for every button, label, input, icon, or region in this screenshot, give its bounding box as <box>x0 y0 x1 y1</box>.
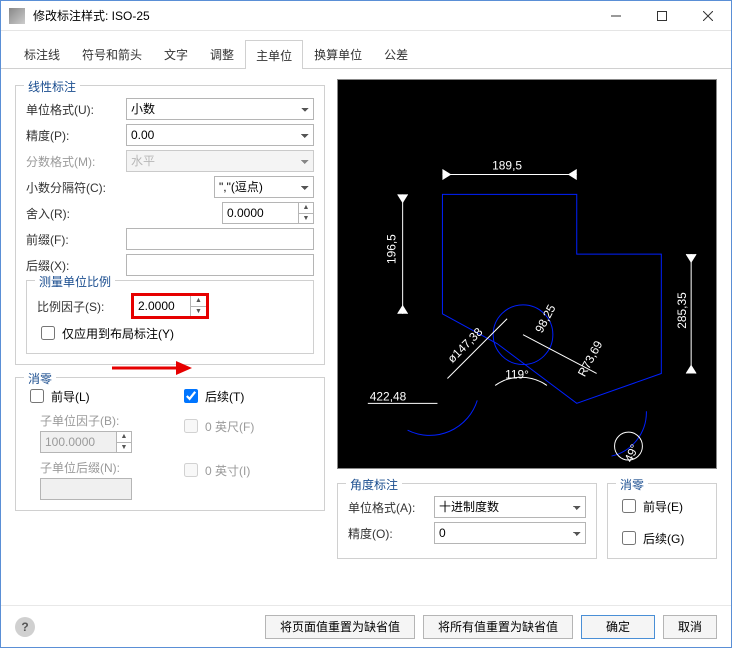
svg-text:422,48: 422,48 <box>370 389 407 403</box>
tab-bar: 标注线 符号和箭头 文字 调整 主单位 换算单位 公差 <box>1 31 731 69</box>
trailing-checkbox[interactable] <box>184 389 198 403</box>
unit-format-select[interactable]: 小数 <box>126 98 314 120</box>
svg-text:ø147,38: ø147,38 <box>445 325 486 366</box>
angle-zero-legend: 消零 <box>616 476 648 493</box>
decimal-sep-label: 小数分隔符(C): <box>26 179 118 196</box>
angle-unit-label: 单位格式(A): <box>348 499 426 516</box>
feet-label: 0 英尺(F) <box>205 418 254 435</box>
svg-text:R73,69: R73,69 <box>575 338 606 379</box>
prefix-label: 前缀(F): <box>26 231 118 248</box>
subunit-suffix-label: 子单位后缀(N): <box>40 459 160 476</box>
tab-alt-units[interactable]: 换算单位 <box>303 39 373 68</box>
up-arrow-icon[interactable]: ▲ <box>191 296 206 307</box>
angle-precision-select[interactable]: 0 <box>434 522 586 544</box>
tab-primary-units[interactable]: 主单位 <box>245 40 303 69</box>
trailing-label: 后续(T) <box>205 388 244 405</box>
apply-layout-checkbox[interactable] <box>41 326 55 340</box>
up-arrow-icon: ▲ <box>117 432 131 443</box>
feet-checkbox <box>184 419 198 433</box>
prefix-input[interactable] <box>126 228 314 250</box>
precision-select[interactable]: 0.00 <box>126 124 314 146</box>
unit-format-label: 单位格式(U): <box>26 101 118 118</box>
help-icon[interactable]: ? <box>15 617 35 637</box>
tab-text[interactable]: 文字 <box>153 39 199 68</box>
leading-label: 前导(L) <box>51 388 90 405</box>
scale-factor-highlight: ▲▼ <box>131 293 209 319</box>
close-button[interactable] <box>685 1 731 31</box>
tab-symbols[interactable]: 符号和箭头 <box>71 39 153 68</box>
reset-all-button[interactable]: 将所有值重置为缺省值 <box>423 615 573 639</box>
angle-dim-legend: 角度标注 <box>346 476 402 493</box>
svg-text:189,5: 189,5 <box>492 159 522 173</box>
apply-layout-label: 仅应用到布局标注(Y) <box>62 325 174 342</box>
app-icon <box>9 8 25 24</box>
svg-text:98,25: 98,25 <box>532 302 559 335</box>
subunit-factor-label: 子单位因子(B): <box>40 412 160 429</box>
window-title: 修改标注样式: ISO-25 <box>33 7 593 24</box>
suffix-input[interactable] <box>126 254 314 276</box>
scale-factor-input[interactable] <box>134 296 190 316</box>
reset-page-button[interactable]: 将页面值重置为缺省值 <box>265 615 415 639</box>
down-arrow-icon[interactable]: ▼ <box>299 214 313 224</box>
svg-text:285,35: 285,35 <box>675 292 689 329</box>
tab-dimlines[interactable]: 标注线 <box>13 39 71 68</box>
inches-checkbox <box>184 463 198 477</box>
down-arrow-icon[interactable]: ▼ <box>191 307 206 317</box>
subunit-factor-input <box>40 431 116 453</box>
scale-factor-spinner[interactable]: ▲▼ <box>134 296 206 316</box>
up-arrow-icon[interactable]: ▲ <box>299 203 313 214</box>
precision-label: 精度(P): <box>26 127 118 144</box>
tab-fit[interactable]: 调整 <box>199 39 245 68</box>
svg-text:119°: 119° <box>505 367 529 381</box>
linear-dim-legend: 线性标注 <box>24 78 80 95</box>
round-spinner[interactable]: ▲▼ <box>222 202 314 224</box>
fraction-format-label: 分数格式(M): <box>26 153 118 170</box>
angle-trailing-label: 后续(G) <box>643 530 684 547</box>
angle-precision-label: 精度(O): <box>348 525 426 542</box>
subunit-factor-spinner: ▲▼ <box>40 431 160 453</box>
angle-leading-checkbox[interactable] <box>622 499 636 513</box>
round-label: 舍入(R): <box>26 205 118 222</box>
tab-tolerance[interactable]: 公差 <box>373 39 419 68</box>
maximize-button[interactable] <box>639 1 685 31</box>
suffix-label: 后缀(X): <box>26 257 118 274</box>
zero-suppress-legend: 消零 <box>24 370 56 387</box>
decimal-sep-select[interactable]: ","(逗点) <box>214 176 314 198</box>
ok-button[interactable]: 确定 <box>581 615 655 639</box>
measure-scale-legend: 测量单位比例 <box>35 273 115 290</box>
angle-leading-label: 前导(E) <box>643 498 683 515</box>
minimize-button[interactable] <box>593 1 639 31</box>
round-input[interactable] <box>222 202 298 224</box>
svg-text:196,5: 196,5 <box>385 234 399 264</box>
fraction-format-select: 水平 <box>126 150 314 172</box>
svg-text:49°: 49° <box>621 442 641 464</box>
preview-pane: 189,5 196,5 285,35 ø147,38 98,25 R73,69 … <box>337 79 717 469</box>
angle-unit-select[interactable]: 十进制度数 <box>434 496 586 518</box>
subunit-suffix-input <box>40 478 132 500</box>
scale-factor-label: 比例因子(S): <box>37 298 123 315</box>
angle-trailing-checkbox[interactable] <box>622 531 636 545</box>
leading-checkbox[interactable] <box>30 389 44 403</box>
down-arrow-icon: ▼ <box>117 443 131 453</box>
cancel-button[interactable]: 取消 <box>663 615 717 639</box>
inches-label: 0 英寸(I) <box>205 462 250 479</box>
